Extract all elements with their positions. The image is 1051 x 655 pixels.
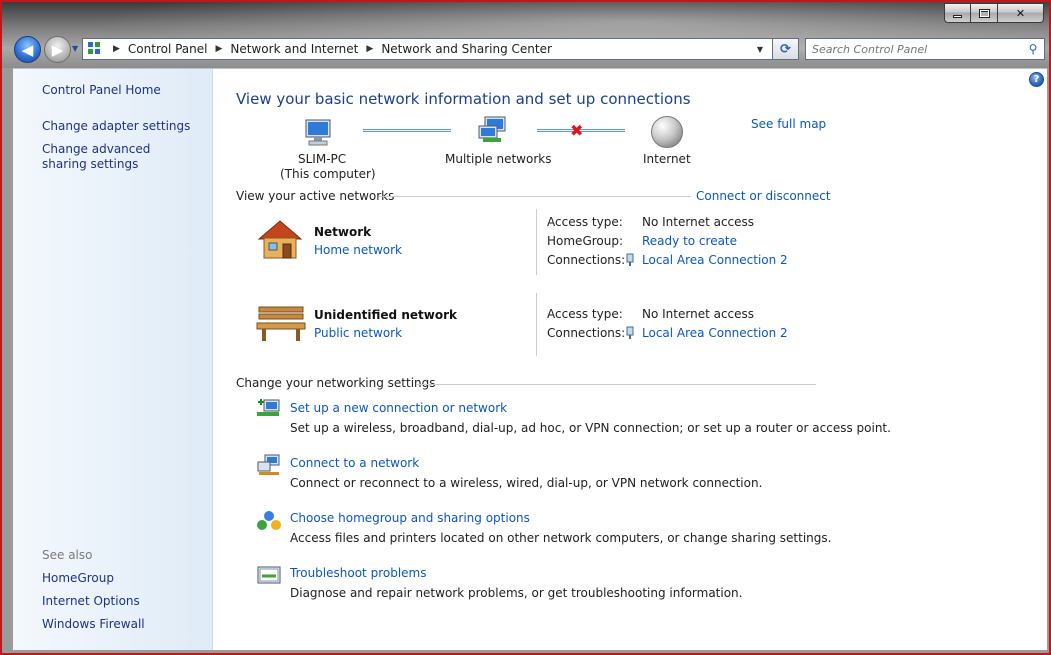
task-connect-network-desc: Connect or reconnect to a wireless, wire… bbox=[290, 476, 763, 490]
breadcrumb-network-and-sharing-center[interactable]: Network and Sharing Center bbox=[381, 42, 552, 56]
network-2-category-link[interactable]: Public network bbox=[314, 326, 402, 340]
minimize-button[interactable] bbox=[944, 3, 971, 23]
map-link-line bbox=[363, 129, 451, 132]
help-button[interactable]: ? bbox=[1029, 72, 1044, 87]
network-1-access-value: No Internet access bbox=[642, 215, 755, 229]
section-divider bbox=[379, 196, 691, 197]
maximize-icon bbox=[978, 8, 990, 18]
ethernet-connection-icon bbox=[626, 326, 634, 339]
task-connect-network-link[interactable]: Connect to a network bbox=[290, 456, 419, 470]
network-1-connections-label: Connections: bbox=[547, 253, 626, 267]
network-1-name: Network bbox=[314, 225, 372, 239]
map-multiple-networks[interactable]: Multiple networks bbox=[445, 152, 551, 166]
forward-button[interactable]: ▶ bbox=[44, 36, 71, 63]
main-panel: ? View your basic network information an… bbox=[213, 69, 1047, 650]
public-network-bench-icon bbox=[256, 306, 306, 341]
network-2-connections-label: Connections: bbox=[547, 326, 626, 340]
map-computer-name: SLIM-PC bbox=[298, 152, 347, 166]
task-setup-connection-link[interactable]: Set up a new connection or network bbox=[290, 401, 507, 415]
connect-or-disconnect-link[interactable]: Connect or disconnect bbox=[696, 189, 831, 203]
refresh-icon: ⟳ bbox=[780, 41, 791, 57]
see-full-map-link[interactable]: See full map bbox=[751, 117, 826, 131]
network-2-connection-link[interactable]: Local Area Connection 2 bbox=[642, 326, 788, 340]
sidebar: Control Panel Home Change adapter settin… bbox=[13, 69, 213, 650]
recent-pages-dropdown[interactable]: ▼ bbox=[72, 44, 78, 53]
task-troubleshoot-link[interactable]: Troubleshoot problems bbox=[290, 566, 426, 580]
connect-to-network-icon bbox=[257, 454, 280, 475]
sidebar-change-advanced-sharing-settings[interactable]: Change advanced sharing settings bbox=[42, 142, 192, 172]
control-panel-icon bbox=[87, 41, 105, 57]
forward-arrow-icon: ▶ bbox=[51, 40, 64, 59]
troubleshoot-icon bbox=[257, 566, 281, 584]
network-1-separator bbox=[536, 209, 537, 275]
homegroup-icon bbox=[257, 511, 281, 530]
sidebar-change-adapter-settings[interactable]: Change adapter settings bbox=[42, 119, 190, 134]
see-also-heading: See also bbox=[42, 548, 93, 562]
caption-buttons: ✕ bbox=[944, 3, 1044, 23]
breadcrumb-separator-icon: ▶ bbox=[366, 44, 374, 54]
multiple-networks-icon bbox=[478, 116, 506, 142]
window-frame: ✕ ◀ ▶ ▼ ▶ Control Panel ▶ Network and In… bbox=[0, 0, 1051, 655]
network-1-connection-link[interactable]: Local Area Connection 2 bbox=[642, 253, 788, 267]
no-connection-x-icon: ✖ bbox=[570, 121, 584, 140]
close-button[interactable]: ✕ bbox=[998, 3, 1044, 23]
active-networks-heading: View your active networks bbox=[236, 189, 395, 203]
minimize-icon bbox=[953, 14, 962, 18]
task-homegroup-link[interactable]: Choose homegroup and sharing options bbox=[290, 511, 530, 525]
internet-globe-icon bbox=[651, 116, 683, 148]
network-2-separator bbox=[536, 293, 537, 356]
page-title: View your basic network information and … bbox=[236, 90, 691, 108]
address-bar[interactable]: ▶ Control Panel ▶ Network and Internet ▶… bbox=[82, 38, 799, 60]
search-input[interactable] bbox=[806, 39, 1022, 59]
section-divider bbox=[416, 384, 816, 385]
task-troubleshoot-desc: Diagnose and repair network problems, or… bbox=[290, 586, 743, 600]
see-also-windows-firewall[interactable]: Windows Firewall bbox=[42, 617, 145, 632]
breadcrumb-control-panel[interactable]: Control Panel bbox=[128, 42, 208, 56]
network-1-homegroup-link[interactable]: Ready to create bbox=[642, 234, 737, 248]
network-1-category-link[interactable]: Home network bbox=[314, 243, 402, 257]
search-box[interactable]: ⚲ bbox=[805, 38, 1045, 60]
see-also-homegroup[interactable]: HomeGroup bbox=[42, 571, 114, 586]
home-network-icon bbox=[257, 220, 303, 259]
help-icon: ? bbox=[1033, 74, 1040, 85]
new-connection-icon bbox=[257, 399, 280, 416]
search-icon[interactable]: ⚲ bbox=[1022, 39, 1044, 59]
network-1-access-label: Access type: bbox=[547, 215, 623, 229]
network-1-homegroup-label: HomeGroup: bbox=[547, 234, 624, 248]
ethernet-connection-icon bbox=[626, 253, 634, 266]
map-computer-sub: (This computer) bbox=[280, 167, 376, 181]
breadcrumb-network-and-internet[interactable]: Network and Internet bbox=[230, 42, 358, 56]
breadcrumb-separator-icon: ▶ bbox=[113, 44, 120, 54]
back-button[interactable]: ◀ bbox=[14, 36, 41, 63]
refresh-button[interactable]: ⟳ bbox=[772, 38, 799, 60]
networking-settings-heading: Change your networking settings bbox=[236, 376, 436, 390]
task-homegroup-desc: Access files and printers located on oth… bbox=[290, 531, 832, 545]
network-2-name: Unidentified network bbox=[314, 308, 457, 322]
close-icon: ✕ bbox=[1015, 6, 1026, 20]
address-dropdown-icon[interactable]: ▼ bbox=[750, 39, 770, 59]
breadcrumb-separator-icon: ▶ bbox=[215, 44, 223, 54]
network-2-access-label: Access type: bbox=[547, 307, 623, 321]
back-arrow-icon: ◀ bbox=[21, 40, 34, 59]
sidebar-control-panel-home[interactable]: Control Panel Home bbox=[42, 83, 161, 98]
see-also-internet-options[interactable]: Internet Options bbox=[42, 594, 140, 609]
task-setup-connection-desc: Set up a wireless, broadband, dial-up, a… bbox=[290, 421, 891, 435]
map-internet: Internet bbox=[643, 152, 691, 166]
computer-icon bbox=[305, 119, 331, 146]
maximize-button[interactable] bbox=[971, 3, 998, 23]
content-area: Control Panel Home Change adapter settin… bbox=[13, 68, 1047, 650]
network-2-access-value: No Internet access bbox=[642, 307, 755, 321]
